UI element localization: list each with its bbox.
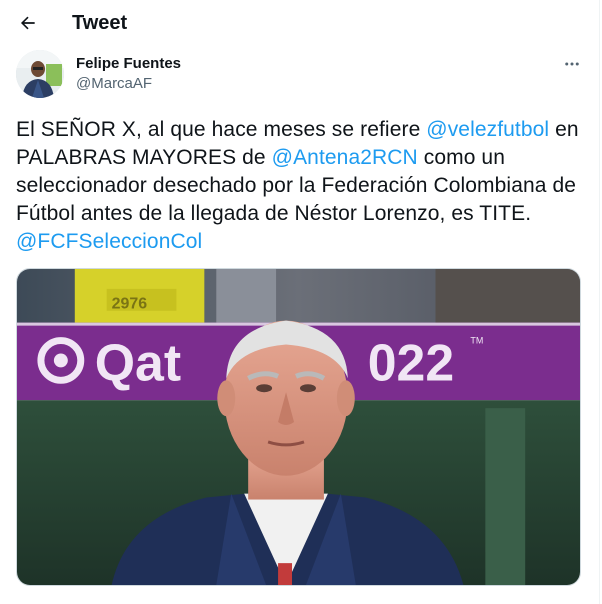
tweet-photo: 2976 Qat 022 TM bbox=[17, 269, 580, 585]
back-button[interactable] bbox=[14, 9, 42, 37]
svg-text:022: 022 bbox=[368, 333, 454, 391]
more-options-button[interactable] bbox=[558, 50, 586, 78]
page-title: Tweet bbox=[72, 12, 128, 34]
tweet-text-segment: El SEÑOR X, al que hace meses se refiere bbox=[16, 118, 427, 141]
author-handle[interactable]: @MarcaAF bbox=[76, 75, 152, 93]
tweet-author: Felipe Fuentes @MarcaAF bbox=[16, 50, 586, 100]
tweet-text: El SEÑOR X, al que hace meses se refiere… bbox=[16, 116, 586, 256]
avatar-image bbox=[16, 50, 64, 98]
mention-link[interactable]: @Antena2RCN bbox=[272, 146, 418, 169]
back-arrow-icon bbox=[20, 16, 35, 30]
svg-text:Qat: Qat bbox=[95, 333, 181, 391]
avatar[interactable] bbox=[16, 50, 64, 98]
more-icon bbox=[565, 62, 579, 66]
svg-text:TM: TM bbox=[470, 336, 483, 346]
page-header: Tweet bbox=[0, 0, 600, 46]
tweet-page: Tweet Felipe Fuentes @MarcaAF El SEÑOR X… bbox=[0, 0, 600, 604]
mention-link[interactable]: @FCFSeleccionCol bbox=[16, 230, 202, 253]
svg-text:2976: 2976 bbox=[112, 296, 148, 313]
tweet-media[interactable]: 2976 Qat 022 TM bbox=[16, 268, 581, 586]
author-name[interactable]: Felipe Fuentes bbox=[76, 55, 181, 73]
mention-link[interactable]: @velezfutbol bbox=[426, 118, 549, 141]
